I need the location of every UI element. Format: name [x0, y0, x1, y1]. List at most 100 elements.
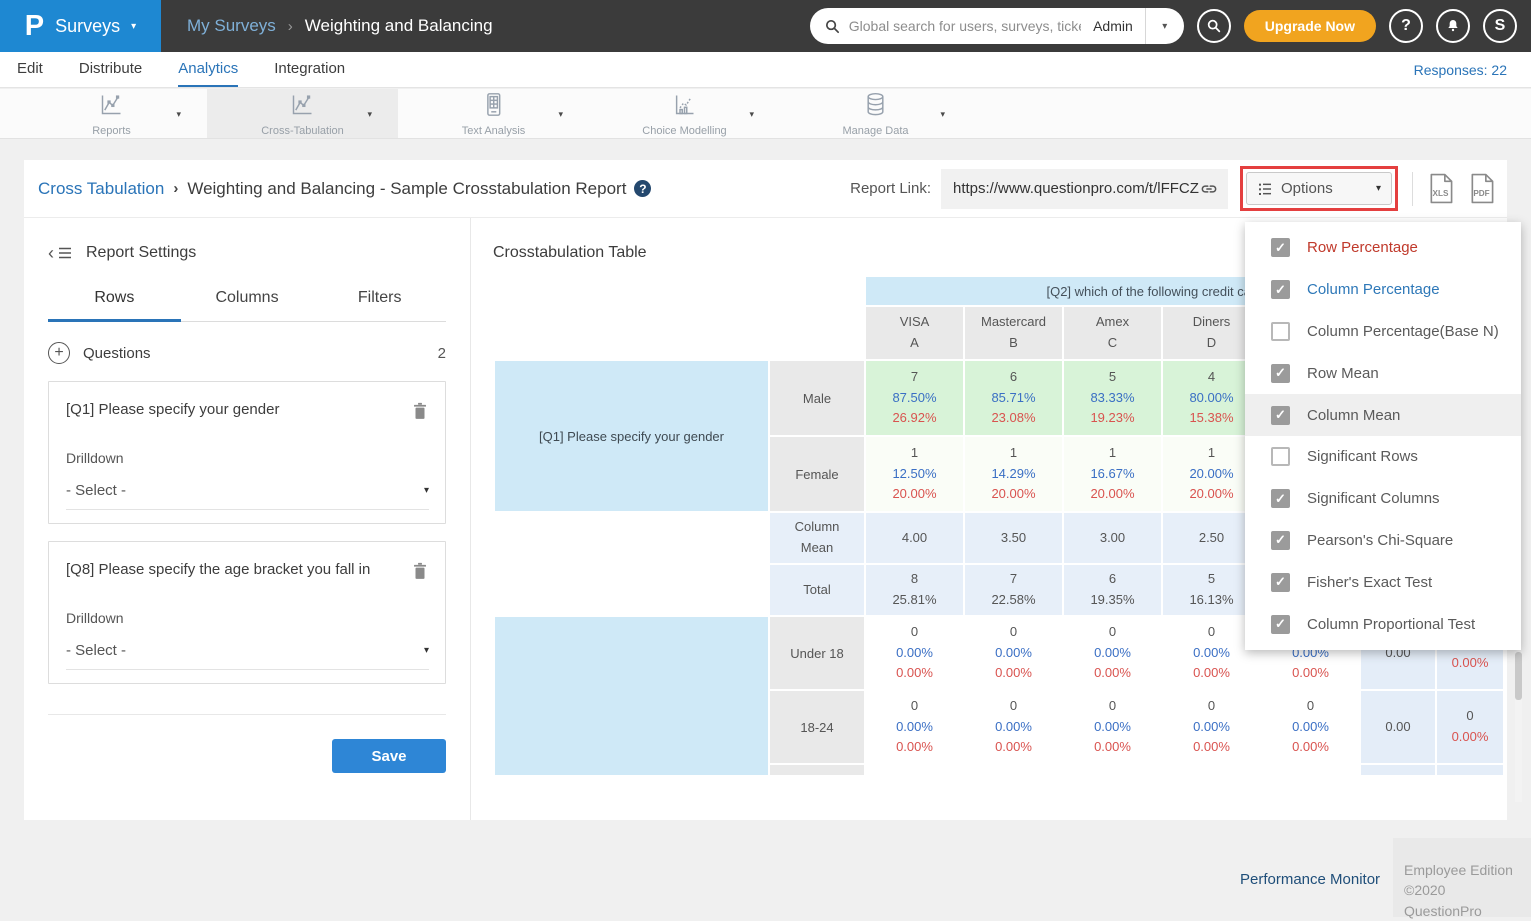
breadcrumb-my-surveys[interactable]: My Surveys	[187, 16, 276, 36]
settings-tab-filters[interactable]: Filters	[313, 289, 446, 322]
spacer-cell	[495, 277, 864, 305]
cell-line: 7	[866, 367, 963, 388]
performance-monitor-link[interactable]: Performance Monitor	[1240, 871, 1380, 888]
top-right-actions: Admin ▾ Upgrade Now ? S	[810, 8, 1531, 44]
cross-tab-icon	[289, 91, 316, 123]
checked-checkbox[interactable]: ✓	[1271, 280, 1290, 299]
user-avatar[interactable]: S	[1483, 9, 1517, 43]
delete-question-button[interactable]	[411, 561, 429, 586]
options-menu-item-column-percentage[interactable]: ✓Column Percentage	[1245, 269, 1521, 311]
save-button[interactable]: Save	[332, 739, 446, 773]
data-cell: 00.00%0.00%	[866, 617, 963, 689]
checked-checkbox[interactable]: ✓	[1271, 238, 1290, 257]
cell-line: Mean	[770, 538, 864, 559]
options-menu-item-significant-columns[interactable]: ✓Significant Columns	[1245, 478, 1521, 520]
report-url-box[interactable]: https://www.questionpro.com/t/lFFCZg	[941, 169, 1228, 209]
options-menu-item-label: Column Proportional Test	[1307, 616, 1475, 633]
column-header-cell: MastercardB	[965, 307, 1062, 359]
data-cell	[1064, 765, 1161, 775]
chevron-down-icon[interactable]: ▾	[940, 109, 945, 120]
responses-count-link[interactable]: Responses: 22	[1414, 52, 1531, 87]
checked-checkbox[interactable]: ✓	[1271, 364, 1290, 383]
questionpro-logo[interactable]: P Surveys ▾	[0, 0, 161, 52]
chevron-down-icon[interactable]: ▾	[176, 109, 181, 120]
settings-tab-columns[interactable]: Columns	[181, 289, 314, 322]
tab-edit[interactable]: Edit	[17, 52, 43, 87]
options-menu-item-row-mean[interactable]: ✓ Row Mean	[1245, 352, 1521, 394]
search-submit-button[interactable]	[1197, 9, 1231, 43]
tab-analytics[interactable]: Analytics	[178, 52, 238, 87]
column-mean-cell: 3.50	[965, 513, 1062, 563]
link-icon[interactable]	[1199, 179, 1219, 199]
chevron-down-icon[interactable]: ▾	[749, 109, 754, 120]
options-menu-item-column-percentage-base-n-[interactable]: Column Percentage(Base N)	[1245, 311, 1521, 353]
column-mean-cell: 4.00	[866, 513, 963, 563]
checked-checkbox[interactable]: ✓	[1271, 573, 1290, 592]
toolbar-item-reports[interactable]: Reports▾	[16, 89, 207, 138]
toolbar-item-text-analysis[interactable]: Text Analysis▾	[398, 89, 589, 138]
report-url[interactable]: https://www.questionpro.com/t/lFFCZg	[953, 180, 1199, 197]
checked-checkbox[interactable]: ✓	[1271, 406, 1290, 425]
column-header-cell: VISAA	[866, 307, 963, 359]
search-input[interactable]	[849, 18, 1081, 34]
cell-line: 23.08%	[965, 408, 1062, 429]
cell-line: 20.00%	[866, 484, 963, 505]
cell-line: 19.23%	[1064, 408, 1161, 429]
checked-checkbox[interactable]: ✓	[1271, 489, 1290, 508]
cell-line: 0.00%	[1437, 727, 1503, 748]
export-xls-button[interactable]: XLS	[1427, 173, 1454, 204]
export-pdf-button[interactable]: PDF	[1468, 173, 1495, 204]
column-mean-cell: 3.00	[1064, 513, 1161, 563]
options-menu-item-column-mean[interactable]: ✓Column Mean	[1245, 394, 1521, 436]
cell-line: 0.00%	[866, 663, 963, 684]
unchecked-checkbox[interactable]	[1271, 447, 1290, 466]
search-scope-value[interactable]: Admin	[1081, 18, 1145, 34]
report-help-icon[interactable]: ?	[634, 180, 651, 197]
question-cards: [Q1] Please specify your genderDrilldown…	[48, 381, 446, 684]
options-highlight-box: Options ▾	[1240, 166, 1398, 211]
total-data-cell: 619.35%	[1064, 565, 1161, 615]
options-menu-item-pearson-s-chi-square[interactable]: ✓ Pearson's Chi-Square	[1245, 520, 1521, 562]
options-menu-item-label: Pearson's Chi-Square	[1307, 532, 1453, 549]
nav-tabs-slot: Edit Distribute Analytics Integration	[17, 52, 381, 87]
toolbar-item-manage-data[interactable]: Manage Data▾	[780, 89, 971, 138]
total-cell	[1437, 765, 1503, 775]
cell-line: 0.00%	[866, 717, 963, 738]
data-cell: 112.50%20.00%	[866, 437, 963, 511]
upgrade-now-button[interactable]: Upgrade Now	[1244, 10, 1376, 42]
options-menu-item-significant-rows[interactable]: Significant Rows	[1245, 436, 1521, 478]
cross-tabulation-link[interactable]: Cross Tabulation	[38, 179, 164, 199]
options-menu-item-column-proportional-test[interactable]: ✓ Column Proportional Test	[1245, 603, 1521, 645]
tab-integration[interactable]: Integration	[274, 52, 345, 87]
global-search[interactable]: Admin ▾	[810, 8, 1184, 44]
checked-checkbox[interactable]: ✓	[1271, 615, 1290, 634]
options-menu-item-label: Row Mean	[1307, 365, 1379, 382]
options-menu-item-row-percentage[interactable]: ✓Row Percentage	[1245, 227, 1521, 269]
drilldown-select[interactable]: - Select -▾	[66, 482, 429, 510]
settings-tab-rows[interactable]: Rows	[48, 289, 181, 322]
delete-question-button[interactable]	[411, 401, 429, 426]
chevron-down-icon[interactable]: ▾	[367, 109, 372, 120]
data-cell: 00.00%0.00%	[965, 617, 1062, 689]
cell-line: 16.67%	[1064, 464, 1161, 485]
cell-line: 0.00%	[1064, 643, 1161, 664]
data-cell	[1262, 765, 1359, 775]
product-switcher[interactable]: Surveys	[55, 16, 120, 37]
table-scrollbar-thumb[interactable]	[1515, 652, 1522, 700]
options-button[interactable]: Options ▾	[1246, 172, 1392, 205]
chevron-down-icon[interactable]: ▾	[558, 109, 563, 120]
search-scope-dropdown[interactable]: ▾	[1146, 8, 1184, 44]
toolbar-item-choice-modelling[interactable]: Choice Modelling▾	[589, 89, 780, 138]
copyright-label: ©2020 QuestionPro	[1404, 880, 1519, 921]
notifications-button[interactable]	[1436, 9, 1470, 43]
toolbar-item-cross-tabulation[interactable]: Cross-Tabulation▾	[207, 89, 398, 138]
options-menu-item-fisher-s-exact-test[interactable]: ✓Fisher's Exact Test	[1245, 561, 1521, 603]
collapse-panel-icon[interactable]: ‹	[48, 244, 74, 262]
drilldown-select[interactable]: - Select -▾	[66, 642, 429, 670]
tab-distribute[interactable]: Distribute	[79, 52, 142, 87]
help-button[interactable]: ?	[1389, 9, 1423, 43]
add-question-button[interactable]: +	[48, 342, 70, 364]
checked-checkbox[interactable]: ✓	[1271, 531, 1290, 550]
unchecked-checkbox[interactable]	[1271, 322, 1290, 341]
questions-count: 2	[438, 345, 446, 362]
